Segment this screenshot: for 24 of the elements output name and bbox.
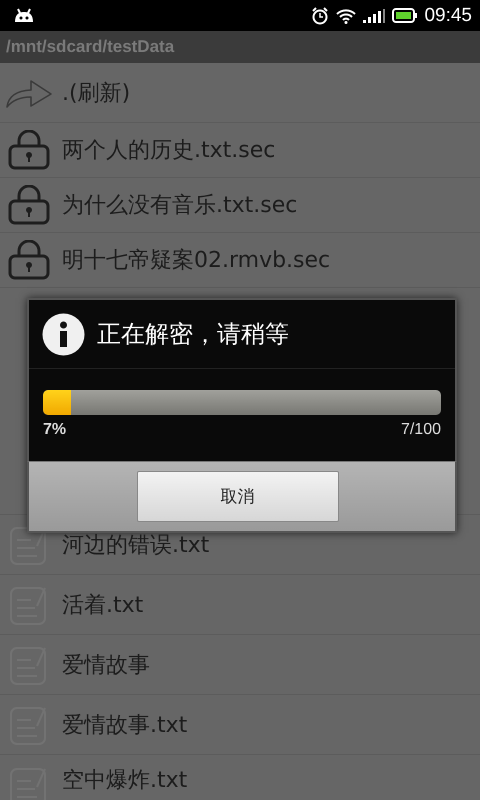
- file-name[interactable]: 为什么没有音乐.txt.sec: [62, 190, 298, 220]
- wifi-icon: [336, 8, 356, 24]
- android-icon: [12, 8, 36, 24]
- alarm-icon: [311, 6, 330, 24]
- progress-count: 7/100: [400, 421, 441, 439]
- file-name[interactable]: 河边的错误.txt: [62, 530, 210, 560]
- file-name[interactable]: 明十七帝疑案02.rmvb.sec: [62, 245, 330, 275]
- info-icon: [42, 312, 85, 356]
- signal-icon: [363, 8, 386, 22]
- file-name[interactable]: 两个人的历史.txt.sec: [62, 135, 276, 165]
- battery-icon: [392, 8, 418, 23]
- file-name[interactable]: 爱情故事.txt: [62, 710, 188, 740]
- lock-icon: [7, 185, 51, 225]
- lock-icon: [7, 240, 51, 280]
- dialog-title: 正在解密，请稍等: [97, 319, 289, 350]
- cancel-button[interactable]: 取消: [136, 471, 338, 522]
- file-name[interactable]: 活着.txt: [62, 590, 144, 620]
- clock-time: 09:45: [424, 4, 472, 26]
- file-name[interactable]: 爱情故事: [62, 650, 150, 680]
- file-name[interactable]: 空中爆炸.txt: [62, 765, 188, 795]
- progress-percent: 7%: [43, 421, 66, 439]
- lock-icon: [7, 130, 51, 170]
- path-title: /mnt/sdcard/testData: [6, 37, 174, 57]
- file-name[interactable]: .(刷新): [62, 78, 130, 108]
